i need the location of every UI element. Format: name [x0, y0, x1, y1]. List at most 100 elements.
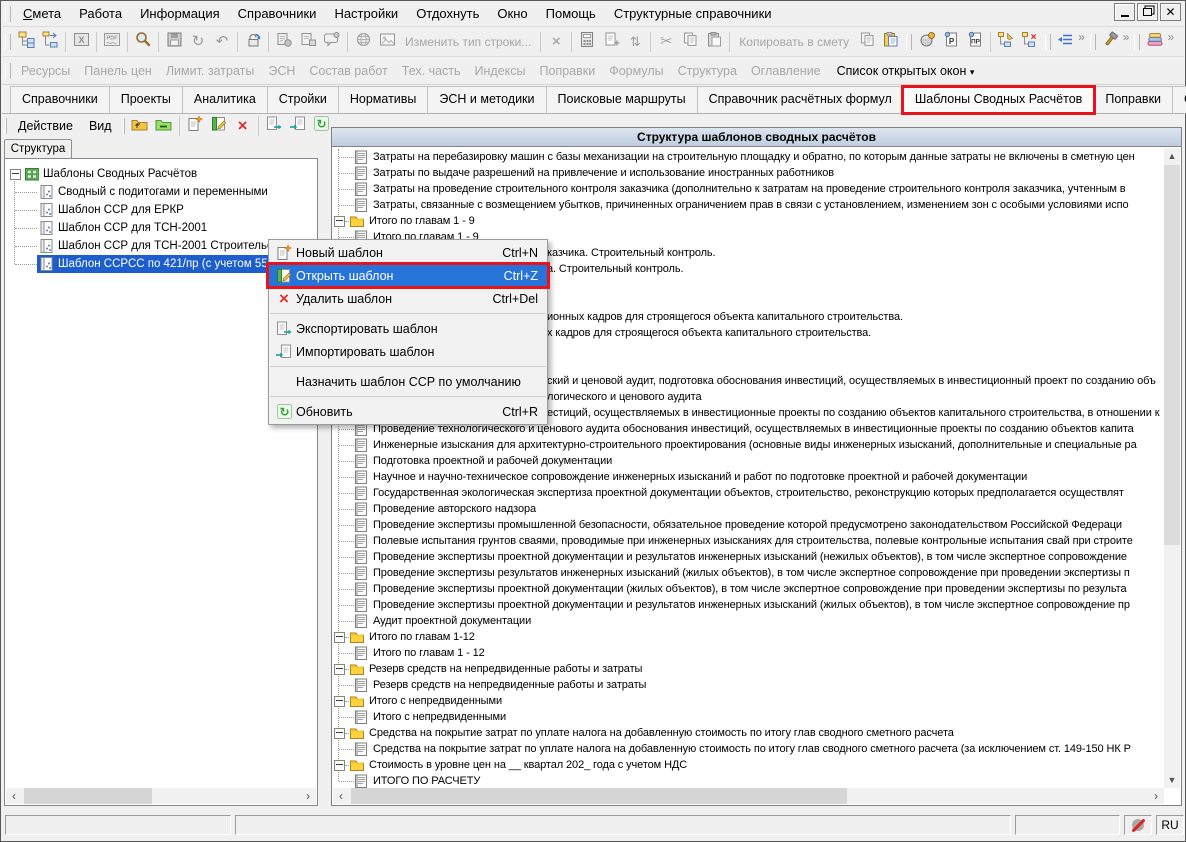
- tree-collapse-box[interactable]: [334, 664, 345, 675]
- toolbar-button-close-x[interactable]: ×: [544, 30, 568, 54]
- tree-item-row[interactable]: Шаблон ССР для ЕРКР: [7, 201, 315, 219]
- tree-collapse-box[interactable]: [334, 760, 345, 771]
- structure-item-row[interactable]: Научное и научно-техническое сопровожден…: [334, 469, 1163, 485]
- toolbar-button-books[interactable]: [1143, 30, 1167, 54]
- toolbar-button-tree-move[interactable]: [38, 30, 62, 54]
- menu-item-7[interactable]: Окно: [488, 2, 536, 26]
- action-button-new-template[interactable]: [183, 114, 207, 138]
- menu-item-6[interactable]: Отдохнуть: [407, 2, 488, 26]
- toolbar-grip[interactable]: [1134, 34, 1140, 50]
- toolbar-button-comment-gear[interactable]: [320, 30, 344, 54]
- tree-collapse-box[interactable]: [334, 696, 345, 707]
- scroll-right-icon[interactable]: ›: [300, 788, 316, 804]
- tree-root-row[interactable]: Шаблоны Сводных Расчётов: [7, 165, 315, 183]
- tree-item[interactable]: Шаблон ССР для ЕРКР: [37, 201, 184, 219]
- panel-toggle-6[interactable]: Тех. часть: [395, 64, 468, 78]
- tree-item[interactable]: Шаблон ССР для ТСН-2001: [37, 219, 207, 237]
- sync-status-cell[interactable]: [1124, 815, 1152, 835]
- toolbar-button-copy[interactable]: [678, 30, 702, 54]
- context-menu-item-6[interactable]: Назначить шаблон ССР по умолчанию: [269, 370, 547, 393]
- toolbar-button-calculator[interactable]: [575, 30, 599, 54]
- toolbar-grip[interactable]: [5, 34, 11, 50]
- menu-item-4[interactable]: Справочники: [229, 2, 326, 26]
- structure-item-row[interactable]: Средства на покрытие затрат по уплате на…: [334, 741, 1163, 757]
- actionbar-menu-2[interactable]: Вид: [81, 119, 120, 133]
- tab-4[interactable]: Стройки: [267, 86, 339, 113]
- panel-toggle-2[interactable]: Панель цен: [77, 64, 159, 78]
- action-button-export-template[interactable]: [262, 114, 286, 138]
- toolbar-button-paste-color[interactable]: [879, 30, 903, 54]
- action-button-delete[interactable]: ×: [231, 114, 255, 138]
- toolbar-button-paste[interactable]: [702, 30, 726, 54]
- tab-2[interactable]: Проекты: [109, 86, 183, 113]
- toolbar-grip[interactable]: [5, 63, 11, 79]
- toolbar-overflow-chevron[interactable]: »: [1078, 30, 1085, 44]
- context-menu-item-2[interactable]: Открыть шаблонCtrl+Z: [269, 264, 547, 287]
- tab-9[interactable]: Шаблоны Сводных Расчётов: [903, 86, 1095, 113]
- action-button-import-template[interactable]: [286, 114, 310, 138]
- toolbar-button-doc-pr[interactable]: ПР: [963, 30, 987, 54]
- structure-item-row[interactable]: Государственная экологическая экспертиза…: [334, 485, 1163, 501]
- structure-item-row[interactable]: Полевые испытания грунтов сваями, провод…: [334, 533, 1163, 549]
- tab-6[interactable]: ЭСН и методики: [427, 86, 546, 113]
- action-button-edit-template[interactable]: [207, 114, 231, 138]
- toolbar-button-refresh-gray[interactable]: ↻: [186, 30, 210, 54]
- minimize-button[interactable]: [1114, 3, 1135, 21]
- structure-item-row[interactable]: Аудит проектной документации: [334, 613, 1163, 629]
- scrollbar-thumb[interactable]: [351, 788, 847, 804]
- actionbar-menu-1[interactable]: Действие: [10, 119, 81, 133]
- scroll-down-icon[interactable]: ▼: [1164, 772, 1180, 788]
- toolbar-button-list-add[interactable]: [1054, 30, 1078, 54]
- restore-button[interactable]: [1137, 3, 1158, 21]
- menu-item-3[interactable]: Информация: [131, 2, 229, 26]
- panel-toggle-11[interactable]: Оглавление: [744, 64, 828, 78]
- toolbar-button-copy-doc[interactable]: [855, 30, 879, 54]
- tree-collapse-box[interactable]: [10, 169, 21, 180]
- panel-toggle-9[interactable]: Формулы: [602, 64, 670, 78]
- left-horizontal-scrollbar[interactable]: ‹ ›: [6, 788, 316, 804]
- structure-item-row[interactable]: Итого с непредвиденными: [334, 709, 1163, 725]
- toolbar-button-tree-edit[interactable]: [994, 30, 1018, 54]
- context-menu-item-1[interactable]: Новый шаблонCtrl+N: [269, 241, 547, 264]
- tree-item[interactable]: Сводный с подитогами и переменными: [37, 183, 268, 201]
- structure-item-row[interactable]: Проведение экспертизы проектной документ…: [334, 549, 1163, 565]
- panel-toggle-8[interactable]: Поправки: [533, 64, 603, 78]
- structure-folder-row[interactable]: Итого с непредвиденными: [334, 693, 1163, 709]
- context-menu-item-7[interactable]: ↻ОбновитьCtrl+R: [269, 400, 547, 423]
- structure-folder-row[interactable]: Средства на покрытие затрат по уплате на…: [334, 725, 1163, 741]
- toolbar-button-server-settings[interactable]: [296, 30, 320, 54]
- toolbar-button-search[interactable]: [131, 30, 155, 54]
- open-windows-dropdown[interactable]: Список открытых окон ▾: [828, 64, 984, 78]
- toolbar-button-unlock[interactable]: [241, 30, 265, 54]
- close-button[interactable]: ✕: [1160, 3, 1181, 21]
- toolbar-button-save[interactable]: [162, 30, 186, 54]
- structure-item-row[interactable]: Затраты на перебазировку машин с базы ме…: [334, 149, 1163, 165]
- toolbar-grip[interactable]: [906, 34, 912, 50]
- context-menu-item-5[interactable]: Импортировать шаблон: [269, 340, 547, 363]
- panel-toggle-4[interactable]: ЭСН: [261, 64, 302, 78]
- toolbar-grip[interactable]: [5, 118, 7, 134]
- toolbar-grip[interactable]: [123, 118, 125, 134]
- structure-item-row[interactable]: Инженерные изыскания для архитектурно-ст…: [334, 437, 1163, 453]
- tab-5[interactable]: Нормативы: [338, 86, 429, 113]
- structure-item-row[interactable]: Проведение экспертизы промышленной безоп…: [334, 517, 1163, 533]
- tab-11[interactable]: Организации: [1172, 86, 1186, 113]
- scrollbar-thumb[interactable]: [1164, 165, 1180, 545]
- panel-toggle-1[interactable]: Ресурсы: [14, 64, 77, 78]
- tree-item-row[interactable]: Сводный с подитогами и переменными: [7, 183, 315, 201]
- toolbar-button-excel-export[interactable]: X: [69, 30, 93, 54]
- toolbar-button-sort-updown[interactable]: ⇅: [623, 30, 647, 54]
- tab-7[interactable]: Поисковые маршруты: [546, 86, 698, 113]
- scroll-up-icon[interactable]: ▲: [1164, 148, 1180, 164]
- menu-item-5[interactable]: Настройки: [325, 2, 407, 26]
- panel-toggle-7[interactable]: Индексы: [468, 64, 533, 78]
- toolbar-grip[interactable]: [5, 6, 11, 22]
- structure-item-row[interactable]: Подготовка проектной и рабочей документа…: [334, 453, 1163, 469]
- structure-item-row[interactable]: Затраты по выдаче разрешений на привлече…: [334, 165, 1163, 181]
- structure-item-row[interactable]: Проведение экспертизы результатов инжене…: [334, 565, 1163, 581]
- toolbar-button-hammer[interactable]: [1099, 30, 1123, 54]
- tree-collapse-box[interactable]: [334, 216, 345, 227]
- action-button-refresh[interactable]: ↻: [310, 114, 334, 138]
- structure-item-row[interactable]: Проведение авторского надзора: [334, 501, 1163, 517]
- tab-structure[interactable]: Структура: [4, 139, 72, 160]
